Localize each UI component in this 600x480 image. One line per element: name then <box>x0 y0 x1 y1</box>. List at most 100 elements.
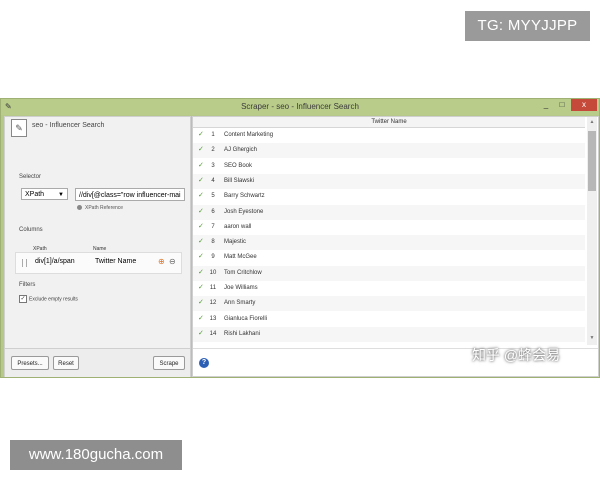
row-value: AJ Ghergich <box>224 147 258 154</box>
document-edit-icon: ✎ <box>11 119 27 137</box>
row-value: Tom Critchlow <box>224 269 262 276</box>
row-value: Matt McGee <box>224 254 257 261</box>
title-bar: ✎ Scraper - seo - Influencer Search _ □ … <box>1 99 599 115</box>
table-row[interactable]: ✓ 14 Rishi Lakhani <box>193 326 585 342</box>
row-number: 10 <box>209 269 217 276</box>
left-footer: Presets... Reset Scrape <box>5 348 190 377</box>
selector-type-select[interactable]: XPath ▼ <box>21 188 68 200</box>
row-value: SEO Book <box>224 162 253 169</box>
info-icon <box>77 205 82 211</box>
row-check-icon: ✓ <box>198 329 204 337</box>
row-check-icon: ✓ <box>198 299 204 307</box>
results-scrollbar[interactable]: ▲ ▼ <box>587 117 597 345</box>
row-value: Joe Williams <box>224 285 258 291</box>
row-check-icon: ✓ <box>198 268 204 276</box>
maximize-button[interactable]: □ <box>555 99 569 111</box>
row-value: Barry Schwartz <box>224 193 265 200</box>
row-number: 4 <box>211 177 215 184</box>
table-row[interactable]: ✓ 7 aaron wall <box>193 219 585 235</box>
add-column-icon[interactable]: ⊕ <box>158 257 165 266</box>
results-pane: Twitter Name ✓ 1 Content Marketing ✓ 2 AJ Ghe… <box>192 116 599 377</box>
row-value: Rishi Lakhani <box>224 330 261 337</box>
row-check-icon: ✓ <box>198 192 204 200</box>
table-row[interactable]: ✓ 6 Josh Eyestone <box>193 204 585 220</box>
watermark-top: TG: MYYJJPP <box>465 11 590 41</box>
scrape-button[interactable]: Scrape <box>153 356 185 370</box>
row-value: Gianluca Fiorelli <box>224 315 268 322</box>
table-row[interactable]: ✓ 13 Gianluca Fiorelli <box>193 311 585 327</box>
row-number: 8 <box>211 239 215 246</box>
row-number: 13 <box>209 315 217 322</box>
row-number: 5 <box>211 193 215 200</box>
row-number: 9 <box>211 254 215 261</box>
table-row[interactable]: ✓ 2 AJ Ghergich <box>193 143 585 159</box>
table-row[interactable]: ✓ 12 Ann Smarty <box>193 296 585 312</box>
scroll-up-icon[interactable]: ▲ <box>587 119 597 125</box>
row-check-icon: ✓ <box>198 131 204 138</box>
table-row[interactable]: ✓ 1 Content Marketing <box>193 128 585 143</box>
watermark-bottom: www.180gucha.com <box>10 440 182 470</box>
row-number: 7 <box>211 223 215 230</box>
results-table: ✓ 1 Content Marketing ✓ 2 AJ Ghergich ✓ 3 SEO Bo… <box>193 128 585 345</box>
drag-handle-icon[interactable] <box>22 259 27 267</box>
column-name[interactable]: Twitter Name <box>95 258 136 265</box>
window-title: Scraper - seo - Influencer Search <box>241 102 359 111</box>
xpath-input[interactable]: //div[@class="row influencer-mai <box>75 188 185 201</box>
row-number: 2 <box>211 147 215 154</box>
scrape-name: seo - Influencer Search <box>32 122 105 129</box>
column-row[interactable]: div[1]/a/span Twitter Name ⊕ ⊖ <box>15 252 182 274</box>
row-value: Content Marketing <box>224 132 274 138</box>
zhihu-watermark: 知乎 @蜂会易 <box>472 347 561 363</box>
row-number: 3 <box>211 162 215 169</box>
table-row[interactable]: ✓ 8 Majestic <box>193 235 585 251</box>
row-number: 14 <box>209 330 217 337</box>
row-check-icon: ✓ <box>198 284 204 291</box>
minimize-button[interactable]: _ <box>539 99 553 111</box>
exclude-empty-checkbox[interactable]: ✓ <box>19 295 27 303</box>
table-row[interactable]: ✓ 3 SEO Book <box>193 158 585 174</box>
scroll-down-icon[interactable]: ▼ <box>587 335 597 341</box>
reset-button[interactable]: Reset <box>53 356 79 370</box>
column-xpath[interactable]: div[1]/a/span <box>35 258 75 265</box>
row-check-icon: ✓ <box>198 207 204 215</box>
selector-type-value: XPath <box>25 191 45 198</box>
row-check-icon: ✓ <box>198 222 204 230</box>
pane-header: ✎ seo - Influencer Search <box>5 117 190 137</box>
results-column-header[interactable]: Twitter Name <box>193 117 585 128</box>
row-check-icon: ✓ <box>198 176 204 184</box>
row-check-icon: ✓ <box>198 146 204 154</box>
row-check-icon: ✓ <box>198 314 204 322</box>
row-number: 1 <box>211 132 215 138</box>
table-row[interactable]: ✓ 5 Barry Schwartz <box>193 189 585 205</box>
row-value: Josh Eyestone <box>224 208 264 215</box>
xpath-reference-link[interactable]: XPath Reference <box>77 205 123 211</box>
filters-label: Filters <box>19 282 36 288</box>
close-button[interactable]: x <box>571 99 597 111</box>
table-row[interactable]: ✓ 11 Joe Williams <box>193 281 585 296</box>
table-row[interactable]: ✓ 10 Tom Critchlow <box>193 265 585 281</box>
row-value: Bill Slawski <box>224 177 255 184</box>
row-number: 12 <box>209 300 217 307</box>
row-number: 6 <box>211 208 215 215</box>
exclude-empty-label: Exclude empty results <box>29 296 78 303</box>
row-number: 11 <box>209 285 217 291</box>
row-value: Majestic <box>224 239 247 246</box>
xpath-reference-label: XPath Reference <box>85 205 124 211</box>
scraper-window: ✎ Scraper - seo - Influencer Search _ □ … <box>0 98 600 378</box>
exclude-empty-option[interactable]: ✓ Exclude empty results <box>19 295 78 303</box>
selector-label: Selector <box>19 174 42 180</box>
row-check-icon: ✓ <box>198 253 204 261</box>
left-pane: ✎ seo - Influencer Search Selector XPath… <box>4 116 191 377</box>
row-check-icon: ✓ <box>198 238 204 246</box>
help-icon[interactable]: ? <box>199 358 209 368</box>
table-row[interactable]: ✓ 4 Bill Slawski <box>193 173 585 189</box>
remove-column-icon[interactable]: ⊖ <box>169 257 176 266</box>
row-value: Ann Smarty <box>224 300 256 307</box>
row-check-icon: ✓ <box>198 161 204 169</box>
dropdown-arrow-icon: ▼ <box>58 192 64 198</box>
scrollbar-thumb[interactable] <box>588 131 596 191</box>
columns-label: Columns <box>19 227 43 233</box>
presets-button[interactable]: Presets... <box>11 356 49 370</box>
row-value: aaron wall <box>224 223 252 230</box>
table-row[interactable]: ✓ 9 Matt McGee <box>193 250 585 266</box>
